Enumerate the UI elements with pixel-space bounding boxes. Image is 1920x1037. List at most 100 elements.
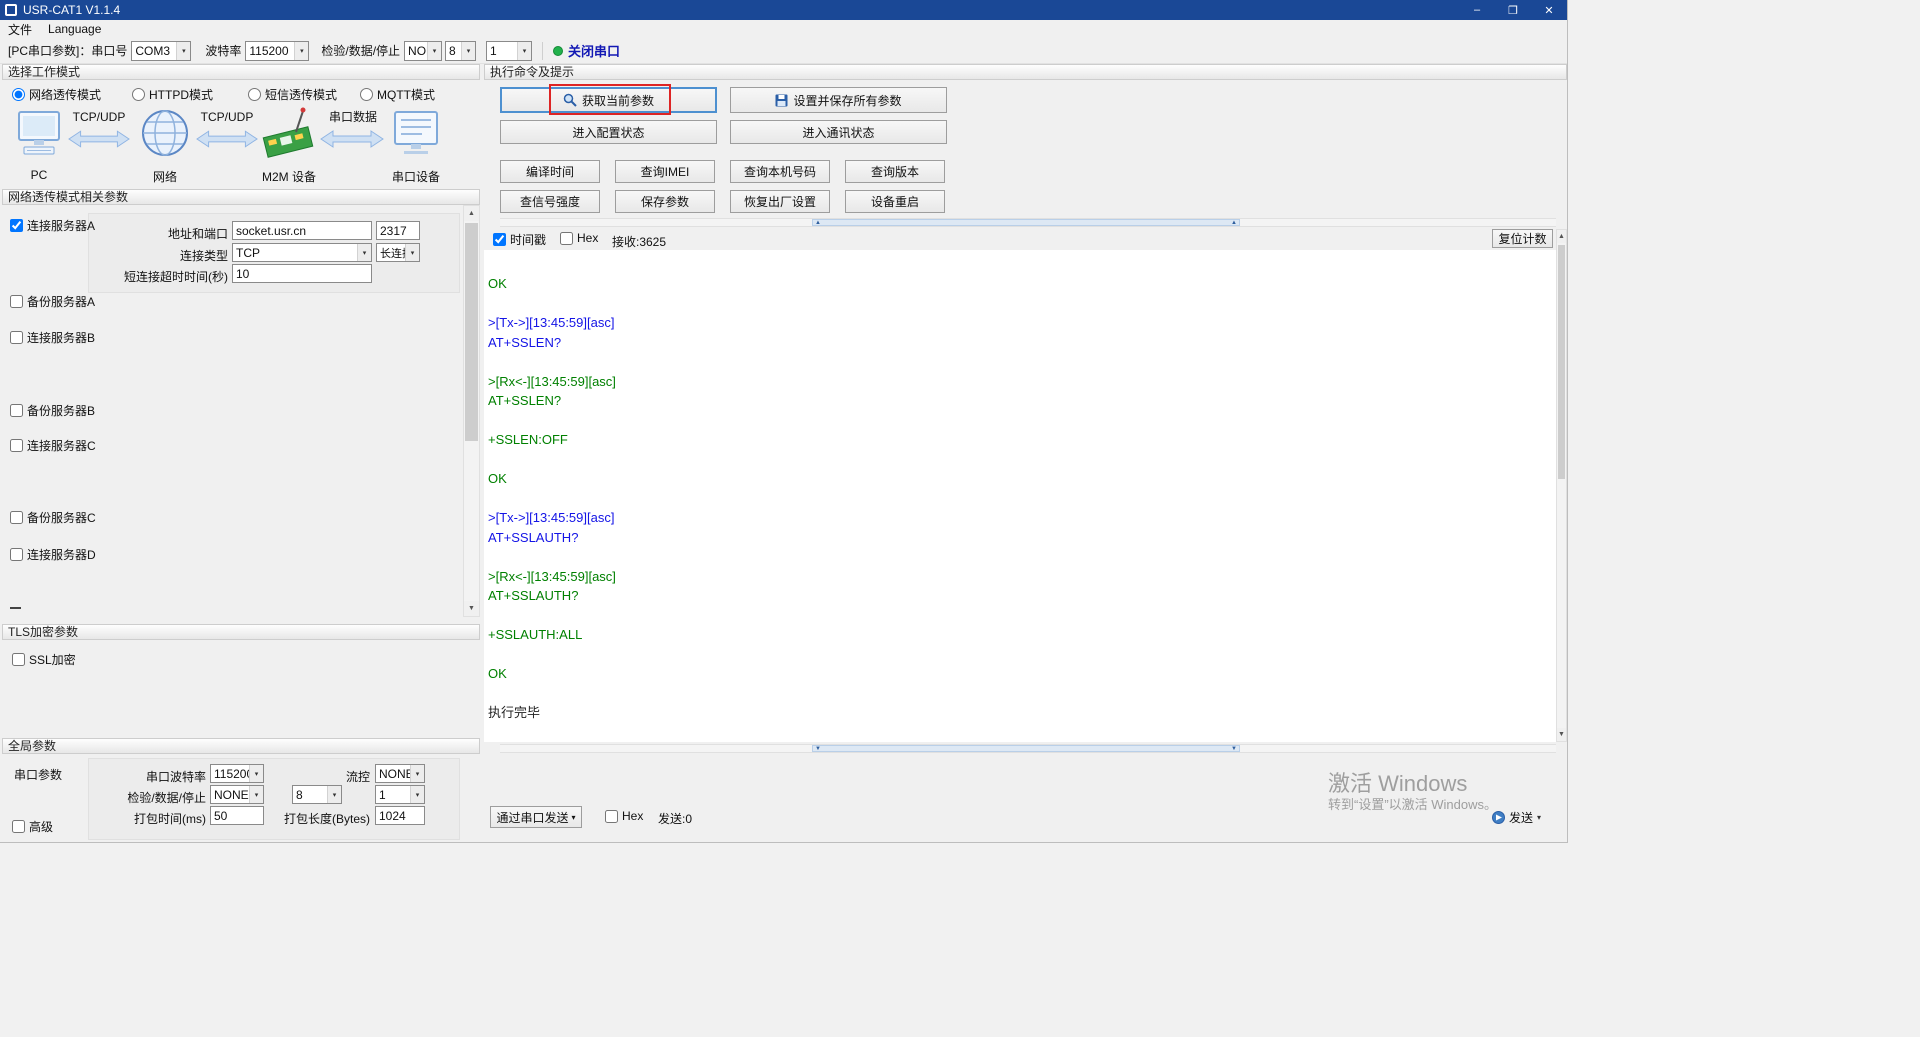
log-line <box>484 489 1556 509</box>
checkbox-ssl[interactable]: SSL加密 <box>12 651 76 668</box>
checkbox-input[interactable] <box>12 653 25 666</box>
checkbox-input[interactable] <box>10 331 23 344</box>
query-signal-button[interactable]: 查信号强度 <box>500 190 600 213</box>
checkbox-send-hex[interactable]: Hex <box>605 809 643 823</box>
minimize-icon[interactable]: – <box>1459 0 1495 20</box>
global-baud-select[interactable]: 115200 ▾ <box>210 764 264 783</box>
enter-config-state-button[interactable]: 进入配置状态 <box>500 120 717 144</box>
radio-httpd[interactable]: HTTPD模式 <box>132 86 213 103</box>
conn-mode-select[interactable]: 长连接 ▾ <box>376 243 420 262</box>
scrollbar-thumb[interactable] <box>1558 245 1565 479</box>
timeout-input[interactable] <box>232 264 372 283</box>
close-icon[interactable]: ✕ <box>1531 0 1567 20</box>
radio-net-passthrough[interactable]: 网络透传模式 <box>12 86 101 103</box>
flow-control-select[interactable]: NONE ▾ <box>375 764 425 783</box>
set-save-params-button[interactable]: 设置并保存所有参数 <box>730 87 947 113</box>
log-line: +SSLAUTH:ALL <box>484 625 1556 645</box>
pack-time-label: 打包时间(ms) <box>100 810 206 827</box>
close-port-button[interactable]: 关闭串口 <box>543 41 620 60</box>
checkbox-backup-server-b[interactable]: 备份服务器B <box>10 402 95 419</box>
device-restart-button[interactable]: 设备重启 <box>845 190 945 213</box>
radio-mqtt[interactable]: MQTT模式 <box>360 86 435 103</box>
maximize-icon[interactable]: ❐ <box>1495 0 1531 20</box>
scroll-down-icon[interactable]: ▼ <box>464 601 479 616</box>
netparams-scrollbar[interactable]: ▲ ▼ <box>463 205 480 617</box>
m2m-device-icon <box>262 106 314 160</box>
server-address-input[interactable] <box>232 221 372 240</box>
checkbox-input[interactable] <box>10 439 23 452</box>
splitter-handle[interactable]: ▲ ▲ <box>812 219 1240 226</box>
pack-length-input[interactable] <box>375 806 425 825</box>
menu-file[interactable]: 文件 <box>0 20 40 38</box>
reset-counter-button[interactable]: 复位计数 <box>1492 229 1553 248</box>
global-databits-select[interactable]: 8 ▾ <box>292 785 342 804</box>
addr-port-label: 地址和端口 <box>122 225 228 242</box>
toolbar: [PC串口参数]：串口号 COM3 ▾ 波特率 115200 ▾ 检验/数据/停… <box>0 38 1567 64</box>
checkbox-input[interactable] <box>10 219 23 232</box>
checkbox-input[interactable] <box>560 232 573 245</box>
send-button[interactable]: 发送 ▾ <box>1492 806 1541 828</box>
checkbox-connect-server-d[interactable]: 连接服务器D <box>10 546 96 563</box>
checkbox-timestamp[interactable]: 时间戳 <box>493 231 546 248</box>
checkbox-input[interactable] <box>10 295 23 308</box>
tls-group-header: TLS加密参数 <box>2 624 480 640</box>
compile-time-button[interactable]: 编译时间 <box>500 160 600 183</box>
log-line: OK <box>484 274 1556 294</box>
log-bottom-splitter[interactable]: ▼ ▼ <box>500 744 1556 753</box>
port-open-icon <box>553 46 563 56</box>
server-port-input[interactable] <box>376 221 420 240</box>
checkbox-recv-hex[interactable]: Hex <box>560 231 598 245</box>
splitter-handle[interactable]: ▼ ▼ <box>812 745 1240 752</box>
splitter-arrow-icon: ▼ <box>1231 746 1237 752</box>
checkbox-input[interactable] <box>10 404 23 417</box>
conn-type-select[interactable]: TCP ▾ <box>232 243 372 262</box>
global-stopbits-select[interactable]: 1 ▾ <box>375 785 425 804</box>
workmode-group-header: 选择工作模式 <box>2 64 480 80</box>
chevron-down-icon: ▾ <box>410 786 424 803</box>
log-scrollbar[interactable]: ▲ ▼ <box>1556 229 1567 742</box>
checkbox-advanced[interactable]: 高级 <box>12 818 53 835</box>
window-title: USR-CAT1 V1.1.4 <box>23 3 120 17</box>
save-icon <box>775 94 788 107</box>
checkbox-connect-server-c[interactable]: 连接服务器C <box>10 437 96 454</box>
scrollbar-thumb[interactable] <box>465 223 478 441</box>
global-parity-select[interactable]: NONE ▾ <box>210 785 264 804</box>
databits-select[interactable]: 8 ▾ <box>445 41 476 61</box>
query-phone-number-button[interactable]: 查询本机号码 <box>730 160 830 183</box>
radio-input[interactable] <box>12 88 25 101</box>
serial-device-label: 串口设备 <box>384 168 448 185</box>
checkbox-input[interactable] <box>493 233 506 246</box>
pc-icon <box>16 110 62 160</box>
com-port-select[interactable]: COM3 ▾ <box>131 41 191 61</box>
query-imei-button[interactable]: 查询IMEI <box>615 160 715 183</box>
radio-sms-passthrough[interactable]: 短信透传模式 <box>248 86 337 103</box>
scroll-up-icon[interactable]: ▲ <box>1557 230 1566 243</box>
radio-input[interactable] <box>248 88 261 101</box>
parity-select[interactable]: NONE ▾ <box>404 41 442 61</box>
checkbox-input[interactable] <box>10 511 23 524</box>
radio-input[interactable] <box>360 88 373 101</box>
save-params-button[interactable]: 保存参数 <box>615 190 715 213</box>
chevron-down-icon: ▾ <box>327 786 341 803</box>
checkbox-backup-server-a[interactable]: 备份服务器A <box>10 293 95 310</box>
enter-comm-state-button[interactable]: 进入通讯状态 <box>730 120 947 144</box>
pack-time-input[interactable] <box>210 806 264 825</box>
checkbox-connect-server-a[interactable]: 连接服务器A <box>10 217 95 234</box>
scroll-down-icon[interactable]: ▼ <box>1557 728 1566 741</box>
factory-reset-button[interactable]: 恢复出厂设置 <box>730 190 830 213</box>
checkbox-input[interactable] <box>605 810 618 823</box>
checkbox-input[interactable] <box>10 548 23 561</box>
checkbox-connect-server-b[interactable]: 连接服务器B <box>10 329 95 346</box>
chevron-down-icon: ▾ <box>294 42 308 60</box>
query-version-button[interactable]: 查询版本 <box>845 160 945 183</box>
log-top-splitter[interactable]: ▲ ▲ <box>500 218 1556 227</box>
chevron-down-icon: ▾ <box>1537 813 1541 822</box>
scroll-up-icon[interactable]: ▲ <box>464 206 479 221</box>
radio-input[interactable] <box>132 88 145 101</box>
baud-select[interactable]: 115200 ▾ <box>245 41 309 61</box>
checkbox-input[interactable] <box>12 820 25 833</box>
stopbits-select[interactable]: 1 ▾ <box>486 41 532 61</box>
checkbox-backup-server-c[interactable]: 备份服务器C <box>10 509 96 526</box>
send-method-dropdown[interactable]: 通过串口发送 ▾ <box>490 806 582 828</box>
menu-language[interactable]: Language <box>40 20 109 38</box>
